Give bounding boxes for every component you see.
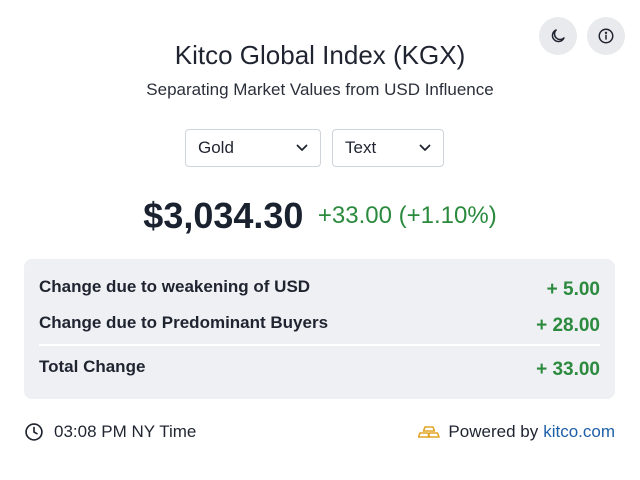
price-change: +33.00 (+1.10%) bbox=[317, 202, 497, 229]
metal-select-value: Gold bbox=[198, 138, 234, 157]
page-subtitle: Separating Market Values from USD Influe… bbox=[146, 80, 494, 99]
clock-icon bbox=[25, 423, 43, 441]
timestamp-text: 03:08 PM NY Time bbox=[54, 422, 197, 441]
page-title: Kitco Global Index (KGX) bbox=[174, 40, 466, 70]
powered-by: Powered by kitco.com bbox=[418, 422, 615, 442]
total-change-value: + 33.00 bbox=[536, 359, 600, 380]
buyers-change-label: Change due to Predominant Buyers bbox=[39, 313, 329, 332]
usd-change-label: Change due to weakening of USD bbox=[39, 277, 311, 296]
format-select-value: Text bbox=[345, 138, 377, 157]
gold-bars-icon bbox=[418, 426, 441, 438]
chevron-down-icon bbox=[296, 144, 308, 151]
price-row: $3,034.30 +33.00 (+1.10%) bbox=[0, 195, 640, 237]
chevron-down-icon bbox=[419, 144, 431, 151]
format-select[interactable]: Text bbox=[332, 129, 444, 167]
kitco-link[interactable]: kitco.com bbox=[543, 422, 615, 442]
timestamp: 03:08 PM NY Time bbox=[24, 422, 196, 442]
change-breakdown-panel: Change due to weakening of USD + 5.00 Ch… bbox=[24, 259, 615, 399]
powered-by-text: Powered by bbox=[448, 422, 539, 441]
metal-select[interactable]: Gold bbox=[185, 129, 321, 167]
total-change-label: Total Change bbox=[39, 357, 146, 376]
buyers-change-value: + 28.00 bbox=[536, 315, 600, 336]
price-value: $3,034.30 bbox=[143, 195, 304, 236]
divider bbox=[39, 344, 600, 346]
usd-change-value: + 5.00 bbox=[546, 279, 600, 300]
